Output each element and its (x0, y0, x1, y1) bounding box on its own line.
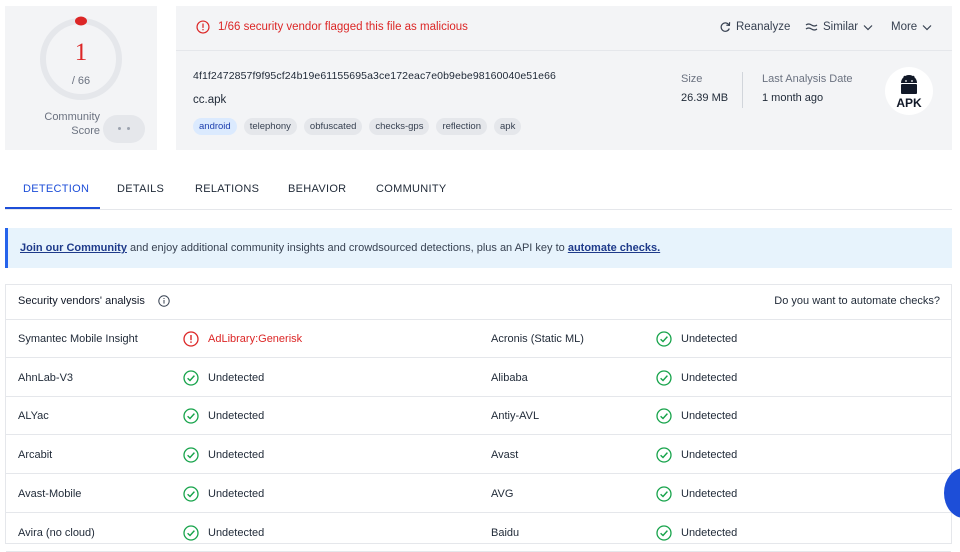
check-circle-icon (656, 524, 672, 541)
file-name: cc.apk (193, 94, 227, 106)
tag-apk[interactable]: apk (494, 118, 522, 135)
tab-behavior[interactable]: BEHAVIOR (288, 183, 346, 195)
alert-message: 1/66 security vendor flagged this file a… (218, 21, 468, 33)
similar-icon (805, 22, 818, 31)
tab-detection[interactable]: DETECTION (23, 183, 89, 195)
community-banner: Join our Community and enjoy additional … (5, 228, 952, 268)
last-analysis-value: 1 month ago (762, 92, 824, 104)
similar-button[interactable]: Similar (805, 21, 873, 33)
last-analysis-label: Last Analysis Date (762, 73, 853, 85)
check-circle-icon (656, 447, 672, 463)
check-circle-icon (656, 370, 672, 386)
community-score-label: Community Score (44, 111, 100, 137)
vendors-title: Security vendors' analysis (18, 295, 145, 307)
alert-circle-icon (183, 331, 199, 347)
automate-checks-prompt[interactable]: Do you want to automate checks? (774, 295, 940, 307)
vendor-result: Undetected (681, 449, 738, 462)
vendor-result: Undetected (208, 371, 265, 384)
tab-relations[interactable]: RELATIONS (195, 183, 259, 195)
more-label: More (891, 21, 918, 33)
vendor-result: Undetected (208, 449, 265, 462)
check-circle-icon (183, 524, 199, 541)
android-icon (901, 75, 917, 94)
vendor-name: Avira (no cloud) (18, 526, 95, 539)
info-icon[interactable] (158, 295, 170, 307)
tag-obfuscated[interactable]: obfuscated (303, 118, 363, 135)
vendor-name: Alibaba (491, 371, 528, 384)
similar-label: Similar (823, 21, 859, 33)
vendor-result: Undetected (208, 526, 265, 539)
vendor-result: Undetected (208, 487, 265, 500)
vendor-name: Arcabit (18, 449, 53, 462)
banner-text: Join our Community and enjoy additional … (20, 242, 660, 254)
chevron-down-icon (863, 24, 873, 30)
reanalyze-label: Reanalyze (736, 21, 791, 33)
vendor-result: Undetected (681, 410, 738, 423)
vendor-row: Avast-Mobile Undetected AVG Undetected (6, 474, 951, 513)
meta-divider (742, 72, 743, 108)
vendor-row: Symantec Mobile Insight AdLibrary:Generis… (6, 319, 951, 358)
vendor-name: AVG (491, 487, 514, 500)
tag-reflection[interactable]: reflection (436, 118, 488, 135)
vendor-name: ALYac (18, 410, 49, 423)
vendors-table-header: Security vendors' analysis Do you want t… (6, 285, 951, 320)
check-circle-icon (656, 408, 672, 425)
more-button[interactable]: More (891, 21, 932, 33)
file-type-badge: APK (885, 67, 933, 115)
check-circle-icon (183, 447, 199, 463)
vendor-result: Undetected (208, 410, 265, 423)
detection-total: / 66 (71, 75, 91, 87)
tag-android[interactable]: android (193, 118, 237, 135)
tab-details[interactable]: DETAILS (117, 183, 164, 195)
detection-score-card: 1 / 66 Community Score (5, 6, 157, 150)
reanalyze-button[interactable]: Reanalyze (719, 21, 790, 33)
alert-bar: 1/66 security vendor flagged this file a… (176, 6, 952, 51)
vendor-result: Undetected (681, 487, 738, 500)
vendor-name: Baidu (491, 526, 520, 539)
vendor-name: Acronis (Static ML) (491, 333, 584, 345)
check-circle-icon (183, 486, 199, 502)
file-tags: android telephony obfuscated checks-gps … (193, 118, 522, 135)
refresh-icon (720, 22, 731, 32)
vendor-result: Undetected (681, 526, 738, 539)
file-type-label: APK (896, 96, 922, 110)
tag-telephony[interactable]: telephony (243, 118, 297, 135)
vendor-name: Avast (491, 449, 519, 462)
vendor-result: Undetected (681, 371, 738, 384)
community-score-toggle[interactable] (103, 115, 145, 143)
vendor-name: Symantec Mobile Insight (18, 333, 138, 345)
vendor-name: AhnLab-V3 (18, 371, 74, 384)
vendor-row: Arcabit Undetected Avast Undetected (6, 435, 951, 475)
size-value: 26.39 MB (681, 92, 729, 104)
detection-count: 1 (74, 39, 88, 66)
file-hash[interactable]: 4f1f2472857f9f95cf24b19e61155695a3ce172e… (193, 70, 556, 82)
file-summary-card: 1/66 security vendor flagged this file a… (176, 6, 952, 150)
vendor-row: Avira (no cloud) Undetected Baidu Undetecte… (6, 513, 951, 552)
vendor-result: AdLibrary:Generisk (208, 333, 303, 345)
tag-checks-gps[interactable]: checks-gps (369, 118, 430, 135)
check-circle-icon (656, 331, 672, 347)
vendor-name: Antiy-AVL (491, 410, 540, 423)
size-label: Size (681, 73, 703, 85)
automate-checks-link[interactable]: automate checks. (568, 242, 660, 254)
tabs-divider (5, 209, 952, 210)
banner-message: and enjoy additional community insights … (126, 242, 568, 254)
vendor-name: Avast-Mobile (18, 487, 82, 500)
tab-community[interactable]: COMMUNITY (376, 183, 447, 195)
chevron-down-icon (922, 24, 932, 30)
vendors-table: Security vendors' analysis Do you want t… (5, 284, 952, 552)
vendor-result: Undetected (681, 333, 738, 345)
vendor-row: ALYac Undetected Antiy-AVL Undetected (6, 396, 951, 436)
check-circle-icon (183, 408, 199, 425)
join-community-link[interactable]: Join our Community (20, 242, 127, 254)
alert-circle-icon (196, 20, 210, 34)
vendor-row: AhnLab-V3 Undetected Alibaba Undetected (6, 358, 951, 397)
check-circle-icon (183, 370, 199, 386)
check-circle-icon (656, 486, 672, 502)
